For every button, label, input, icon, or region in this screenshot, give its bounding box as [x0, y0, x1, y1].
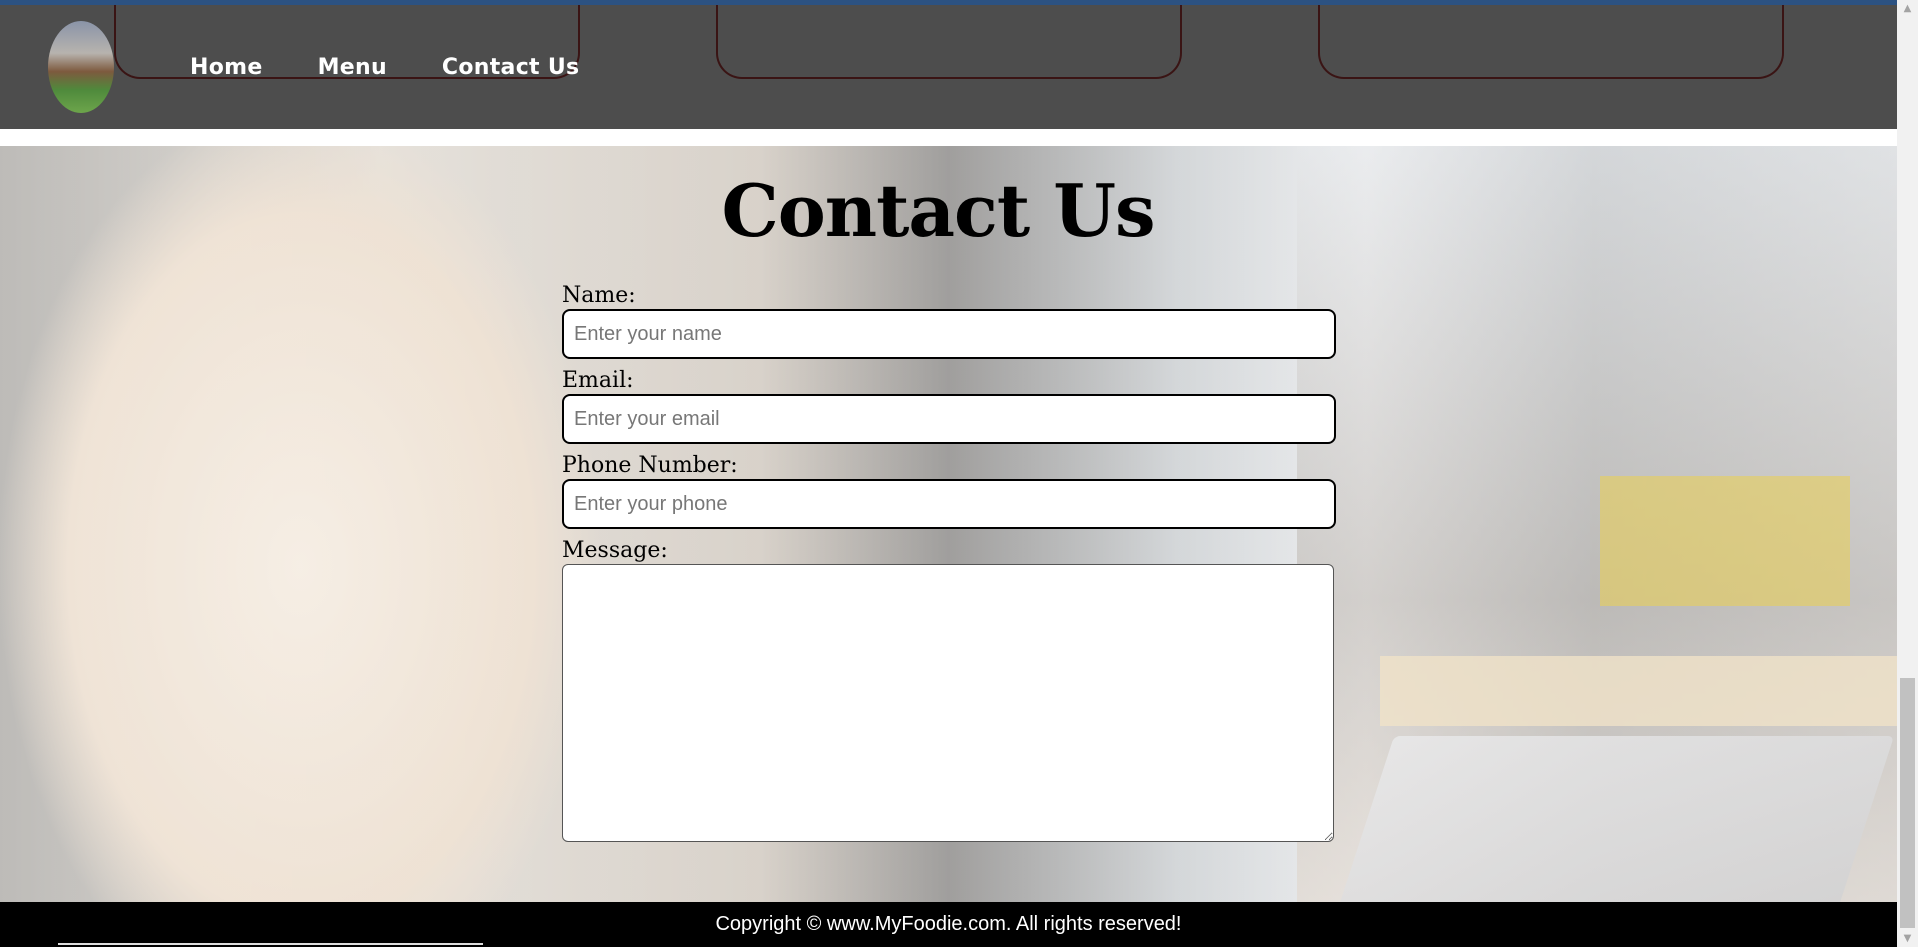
triangle-down-icon[interactable]: ▼	[1897, 930, 1918, 947]
name-input[interactable]	[562, 309, 1336, 359]
nav-menu-link[interactable]: Menu	[318, 55, 387, 80]
contact-hero: Contact Us Name: Email: Phone Number: Me…	[0, 146, 1897, 902]
nav-decor-box	[1318, 5, 1784, 79]
phone-input[interactable]	[562, 479, 1336, 529]
header-separator	[0, 129, 1897, 146]
navbar: Home Menu Contact Us	[0, 5, 1897, 129]
page-title: Contact Us	[721, 168, 1155, 253]
nav-contact-link[interactable]: Contact Us	[442, 55, 579, 80]
vertical-scrollbar[interactable]: ▲ ▼	[1897, 0, 1918, 947]
nav-home-link[interactable]: Home	[190, 55, 263, 80]
message-label: Message:	[562, 538, 668, 563]
nav-links: Home Menu Contact Us	[190, 55, 579, 80]
email-input[interactable]	[562, 394, 1336, 444]
footer-underline	[58, 943, 483, 945]
background-photo-detail	[1600, 476, 1850, 606]
footer-copyright: Copyright © www.MyFoodie.com. All rights…	[715, 913, 1182, 935]
contact-form: Name: Email: Phone Number: Message:	[562, 282, 1336, 842]
profile-avatar[interactable]	[48, 21, 114, 113]
email-label: Email:	[562, 368, 634, 393]
background-photo-books	[1380, 656, 1897, 726]
nav-decor-box	[716, 5, 1182, 79]
phone-label: Phone Number:	[562, 453, 738, 478]
name-label: Name:	[562, 283, 636, 308]
footer: Copyright © www.MyFoodie.com. All rights…	[0, 902, 1897, 947]
triangle-up-icon[interactable]: ▲	[1897, 0, 1918, 17]
scrollbar-thumb[interactable]	[1900, 678, 1915, 928]
message-textarea[interactable]	[562, 564, 1334, 842]
background-photo-laptop	[1325, 736, 1895, 902]
